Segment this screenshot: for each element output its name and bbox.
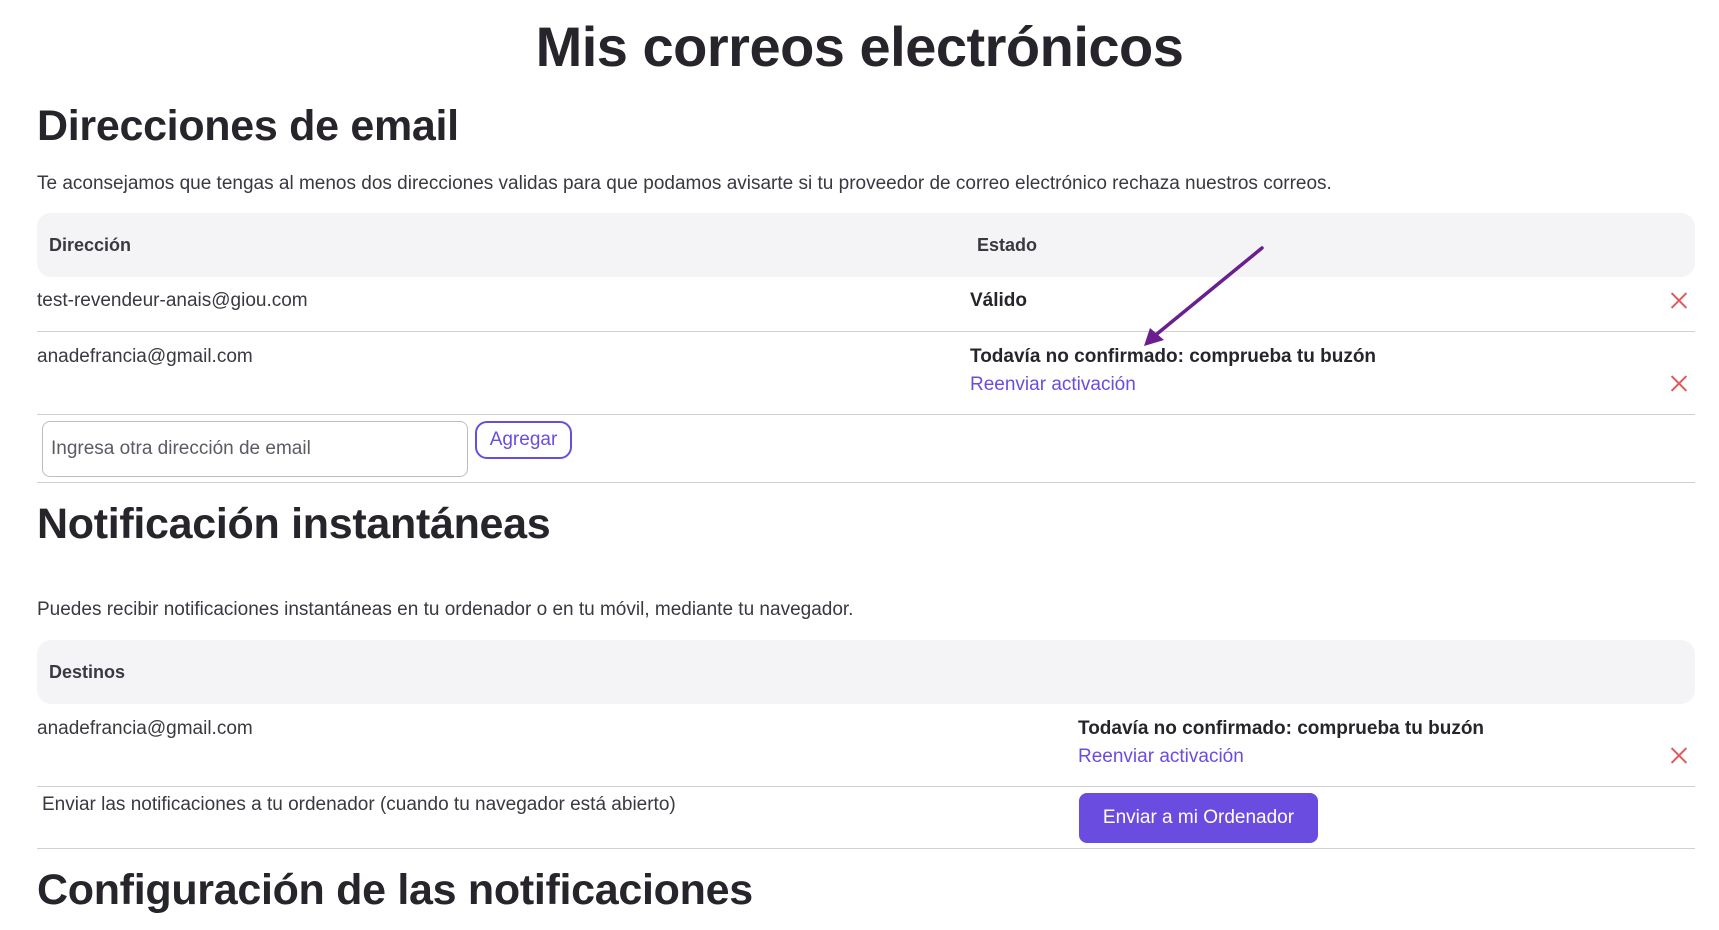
email-address: test-revendeur-anais@giou.com	[37, 290, 308, 311]
divider	[37, 482, 1695, 483]
push-intro: Puedes recibir notificaciones instantáne…	[37, 599, 854, 620]
divider	[37, 331, 1695, 332]
add-email-button[interactable]: Agregar	[475, 421, 572, 459]
emails-heading: Direcciones de email	[37, 102, 459, 150]
divider	[37, 786, 1695, 787]
delete-destination-close-icon[interactable]	[1670, 746, 1688, 764]
delete-email-close-icon[interactable]	[1670, 291, 1688, 309]
resend-activation-link[interactable]: Reenviar activación	[1078, 746, 1244, 768]
column-address: Dirección	[49, 235, 132, 255]
column-destinations: Destinos	[49, 662, 126, 682]
email-address: anadefrancia@gmail.com	[37, 346, 253, 367]
column-status: Estado	[977, 235, 1038, 255]
push-table-header: Destinos	[37, 640, 1695, 704]
send-to-computer-button[interactable]: Enviar a mi Ordenador	[1079, 793, 1318, 843]
emails-table-header: Dirección Estado	[37, 213, 1695, 277]
arrow-annotation-icon	[1144, 246, 1264, 346]
computer-notification-text: Enviar las notificaciones a tu ordenador…	[42, 794, 676, 815]
divider	[37, 848, 1695, 849]
new-email-input[interactable]	[42, 421, 468, 477]
status-unconfirmed: Todavía no confirmado: comprueba tu buzó…	[1078, 718, 1485, 739]
resend-activation-link[interactable]: Reenviar activación	[970, 374, 1136, 396]
divider	[37, 414, 1695, 415]
push-heading: Notificación instantáneas	[37, 500, 551, 548]
status-valid: Válido	[970, 290, 1028, 311]
page-title: Mis correos electrónicos	[535, 15, 1184, 78]
emails-intro: Te aconsejamos que tengas al menos dos d…	[37, 173, 1332, 194]
config-heading: Configuración de las notificaciones	[37, 866, 753, 914]
delete-email-close-icon[interactable]	[1670, 374, 1688, 392]
destination-address: anadefrancia@gmail.com	[37, 718, 253, 739]
